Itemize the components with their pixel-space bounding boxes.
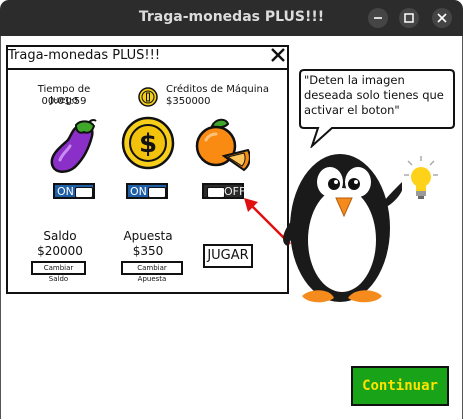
bet-value: $350 (132, 244, 164, 258)
credits-label: Créditos de Máquina (166, 84, 269, 95)
slot-1-toggle-label: ON (57, 185, 74, 198)
balance-value: $20000 (37, 244, 83, 258)
bet-label: Apuesta (123, 229, 173, 243)
window-titlebar: Traga-monedas PLUS!!! (0, 0, 463, 36)
close-icon (437, 13, 447, 23)
slot-1-toggle[interactable]: ON (53, 183, 95, 199)
minimize-icon (374, 17, 382, 19)
coin-icon (138, 87, 158, 107)
change-bet-button[interactable]: Cambiar Apuesta (121, 261, 183, 283)
time-value: 00:01:59 (41, 96, 87, 107)
maximize-button[interactable] (399, 8, 419, 28)
close-button[interactable] (432, 8, 452, 28)
toggle-knob (148, 187, 166, 198)
slot-3-toggle[interactable]: OFF (202, 183, 245, 199)
orange-icon (195, 118, 250, 172)
slot-2-toggle[interactable]: ON (126, 183, 168, 199)
slot-2-toggle-label: ON (130, 185, 147, 198)
change-balance-button[interactable]: Cambiar Saldo (31, 261, 86, 283)
speech-bubble-text: "Deten la imagen deseada solo tienes que… (304, 73, 444, 117)
continue-button[interactable]: Continuar (351, 366, 449, 406)
toggle-knob (207, 187, 225, 198)
penguin-mascot (283, 154, 402, 303)
balance-label: Saldo (43, 229, 77, 243)
panel-title: Traga-monedas PLUS!!! (8, 48, 161, 63)
panel-close-icon[interactable] (269, 46, 287, 64)
toggle-knob (75, 187, 93, 198)
dollar-coin-icon: $ (121, 116, 175, 170)
svg-text:$: $ (139, 129, 157, 159)
credits-value: $350000 (166, 96, 211, 107)
maximize-icon (404, 13, 414, 23)
minimize-button[interactable] (368, 8, 388, 28)
eggplant-icon (50, 119, 97, 173)
lightbulb-icon (404, 156, 438, 199)
panel-divider (6, 68, 289, 70)
window-title: Traga-monedas PLUS!!! (138, 9, 325, 25)
